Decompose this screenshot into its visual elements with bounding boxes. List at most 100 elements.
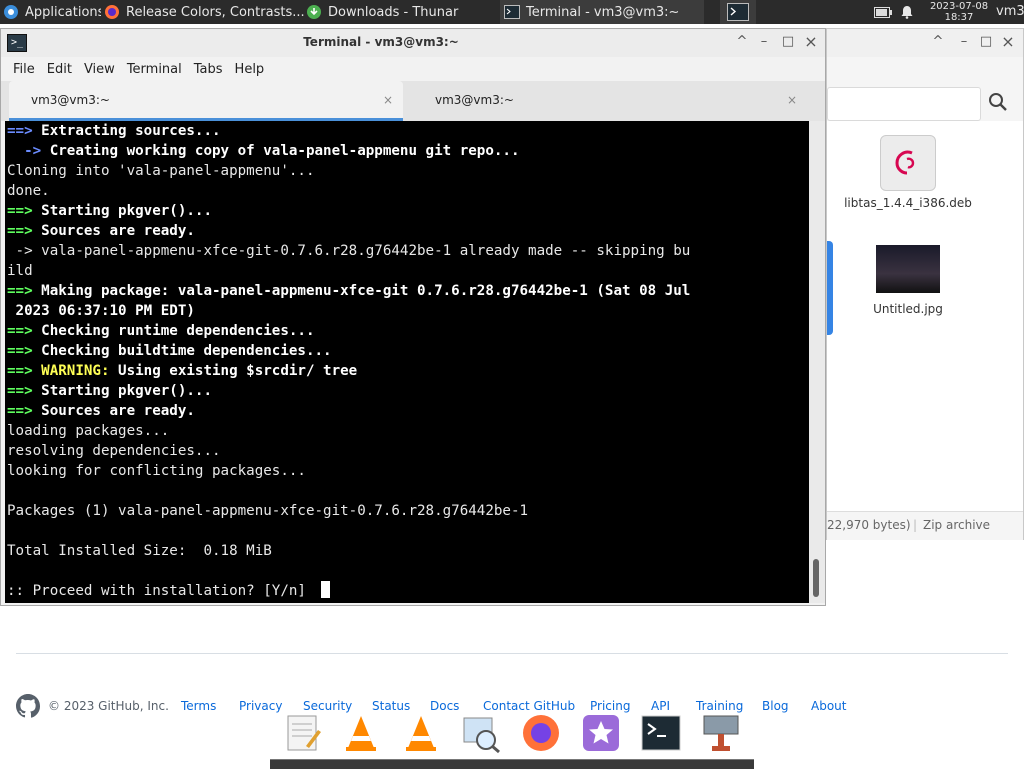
- terminal-line: ==> Starting pkgver()...: [7, 381, 690, 401]
- file-label-deb[interactable]: libtas_1.4.4_i386.deb: [827, 196, 989, 210]
- menu-help[interactable]: Help: [235, 62, 265, 77]
- clock-time: 18:37: [944, 12, 974, 23]
- tab-close-icon[interactable]: ×: [383, 93, 393, 107]
- taskbar-item-browser[interactable]: Release Colors, Contrasts...: [100, 0, 304, 24]
- file-label-jpg[interactable]: Untitled.jpg: [827, 302, 989, 316]
- terminal-icon: [727, 3, 749, 21]
- thunar-window[interactable]: ^ – □ × libtas_1.4.4_i386.deb Untitled.j…: [826, 28, 1024, 540]
- terminal-text: ==>: [7, 323, 42, 339]
- menu-view[interactable]: View: [84, 62, 115, 77]
- shade-icon[interactable]: ^: [735, 35, 749, 49]
- clock[interactable]: 2023-07-08 18:37: [924, 0, 994, 23]
- terminal-text: ==>: [7, 123, 42, 139]
- terminal-window[interactable]: >_ Terminal - vm3@vm3:~ ^ – □ × File Edi…: [0, 28, 826, 606]
- terminal-line: resolving dependencies...: [7, 441, 690, 461]
- tab-label: vm3@vm3:~: [31, 93, 110, 107]
- taskbar-item-terminal-group[interactable]: [720, 0, 756, 24]
- tab-close-icon[interactable]: ×: [787, 93, 797, 107]
- terminal-text: looking for conflicting packages...: [7, 463, 306, 479]
- terminal-icon[interactable]: [640, 712, 682, 754]
- search-input[interactable]: [827, 87, 981, 121]
- terminal-line: ==> Sources are ready.: [7, 401, 690, 421]
- minimize-icon[interactable]: –: [757, 35, 771, 49]
- vlc-icon[interactable]: [400, 712, 442, 754]
- terminal-line: looking for conflicting packages...: [7, 461, 690, 481]
- menu-edit[interactable]: Edit: [47, 62, 72, 77]
- taskbar-label: Downloads - Thunar: [328, 4, 459, 20]
- taskbar-label: Release Colors, Contrasts...: [126, 4, 304, 20]
- footer-divider: [16, 653, 1008, 654]
- search-icon[interactable]: [987, 91, 1009, 113]
- vlc-icon[interactable]: [340, 712, 382, 754]
- terminal-text: ==>: [7, 383, 42, 399]
- file-view[interactable]: libtas_1.4.4_i386.deb Untitled.jpg: [827, 121, 1023, 511]
- tab-bar: vm3@vm3:~ × vm3@vm3:~ ×: [1, 81, 825, 121]
- terminal-text: resolving dependencies...: [7, 443, 221, 459]
- terminal-output[interactable]: ==> Extracting sources... -> Creating wo…: [5, 121, 809, 603]
- tab-label: vm3@vm3:~: [435, 93, 514, 107]
- github-logo-icon[interactable]: [16, 694, 40, 718]
- terminal-lines: ==> Extracting sources... -> Creating wo…: [7, 121, 690, 601]
- status-size: 22,970 bytes): [827, 518, 911, 532]
- battery-icon[interactable]: [874, 7, 892, 18]
- close-icon[interactable]: ×: [1001, 34, 1015, 50]
- terminal-text: ==>: [7, 403, 42, 419]
- applications-label: Applications: [25, 4, 101, 20]
- network-icon[interactable]: [700, 712, 742, 754]
- terminal-line: ==> Extracting sources...: [7, 121, 690, 141]
- taskbar-item-terminal[interactable]: Terminal - vm3@vm3:~: [500, 0, 704, 24]
- maximize-icon[interactable]: □: [979, 35, 993, 49]
- debian-package-icon[interactable]: [880, 135, 936, 191]
- shade-icon[interactable]: ^: [931, 35, 945, 49]
- notification-bell-icon[interactable]: [900, 5, 914, 19]
- terminal-text: Cloning into 'vala-panel-appmenu'...: [7, 163, 315, 179]
- tab-active[interactable]: vm3@vm3:~ ×: [9, 81, 403, 121]
- menu-terminal[interactable]: Terminal: [127, 62, 182, 77]
- close-icon[interactable]: ×: [804, 34, 818, 50]
- terminal-text: Checking runtime dependencies...: [41, 323, 315, 339]
- footer-link-privacy[interactable]: Privacy: [239, 699, 282, 713]
- terminal-text: Starting pkgver()...: [41, 203, 213, 219]
- text-editor-icon[interactable]: [282, 712, 324, 754]
- taskbar-label: Terminal - vm3@vm3:~: [526, 4, 680, 20]
- footer-link-about[interactable]: About: [811, 699, 846, 713]
- image-thumbnail[interactable]: [876, 245, 940, 293]
- menu-bar: File Edit View Terminal Tabs Help: [1, 57, 825, 81]
- terminal-scrollbar[interactable]: [809, 121, 825, 603]
- applications-menu-button[interactable]: Applications: [0, 0, 101, 24]
- footer-copyright: © 2023 GitHub, Inc.: [48, 699, 169, 713]
- menu-tabs[interactable]: Tabs: [194, 62, 223, 77]
- terminal-line: Cloning into 'vala-panel-appmenu'...: [7, 161, 690, 181]
- menu-file[interactable]: File: [13, 62, 35, 77]
- window-title: Terminal - vm3@vm3:~: [303, 35, 459, 49]
- tab-inactive[interactable]: vm3@vm3:~ ×: [411, 81, 805, 121]
- terminal-text: Creating working copy of vala-panel-appm…: [49, 143, 520, 159]
- taskbar-item-thunar[interactable]: Downloads - Thunar: [302, 0, 502, 24]
- image-viewer-icon[interactable]: [460, 712, 502, 754]
- footer-link-blog[interactable]: Blog: [762, 699, 789, 713]
- firefox-icon: [105, 5, 119, 19]
- terminal-text: Making package: vala-panel-appmenu-xfce-…: [41, 283, 691, 299]
- firefox-icon[interactable]: [520, 712, 562, 754]
- minimize-icon[interactable]: –: [957, 35, 971, 49]
- maximize-icon[interactable]: □: [781, 35, 795, 49]
- clock-date: 2023-07-08: [929, 1, 989, 12]
- terminal-line: Packages (1) vala-panel-appmenu-xfce-git…: [7, 501, 690, 521]
- terminal-text: Sources are ready.: [41, 223, 195, 239]
- footer-link-terms[interactable]: Terms: [181, 699, 216, 713]
- terminal-text: ->: [7, 143, 50, 159]
- terminal-titlebar[interactable]: >_ Terminal - vm3@vm3:~ ^ – □ ×: [1, 29, 825, 57]
- selection-highlight: [827, 241, 833, 335]
- terminal-line: ==> Starting pkgver()...: [7, 201, 690, 221]
- scrollbar-thumb[interactable]: [813, 559, 819, 597]
- terminal-line: :: Proceed with installation? [Y/n]: [7, 581, 690, 601]
- terminal-text: Sources are ready.: [41, 403, 195, 419]
- download-icon: [307, 5, 321, 19]
- bookmarks-icon[interactable]: [580, 712, 622, 754]
- user-menu[interactable]: vm3: [996, 4, 1024, 19]
- xfce-logo-icon: [4, 5, 18, 19]
- terminal-text: done.: [7, 183, 50, 199]
- terminal-text: -> vala-panel-appmenu-xfce-git-0.7.6.r28…: [7, 243, 691, 259]
- thunar-titlebar[interactable]: ^ – □ ×: [827, 29, 1023, 57]
- terminal-text: Starting pkgver()...: [41, 383, 213, 399]
